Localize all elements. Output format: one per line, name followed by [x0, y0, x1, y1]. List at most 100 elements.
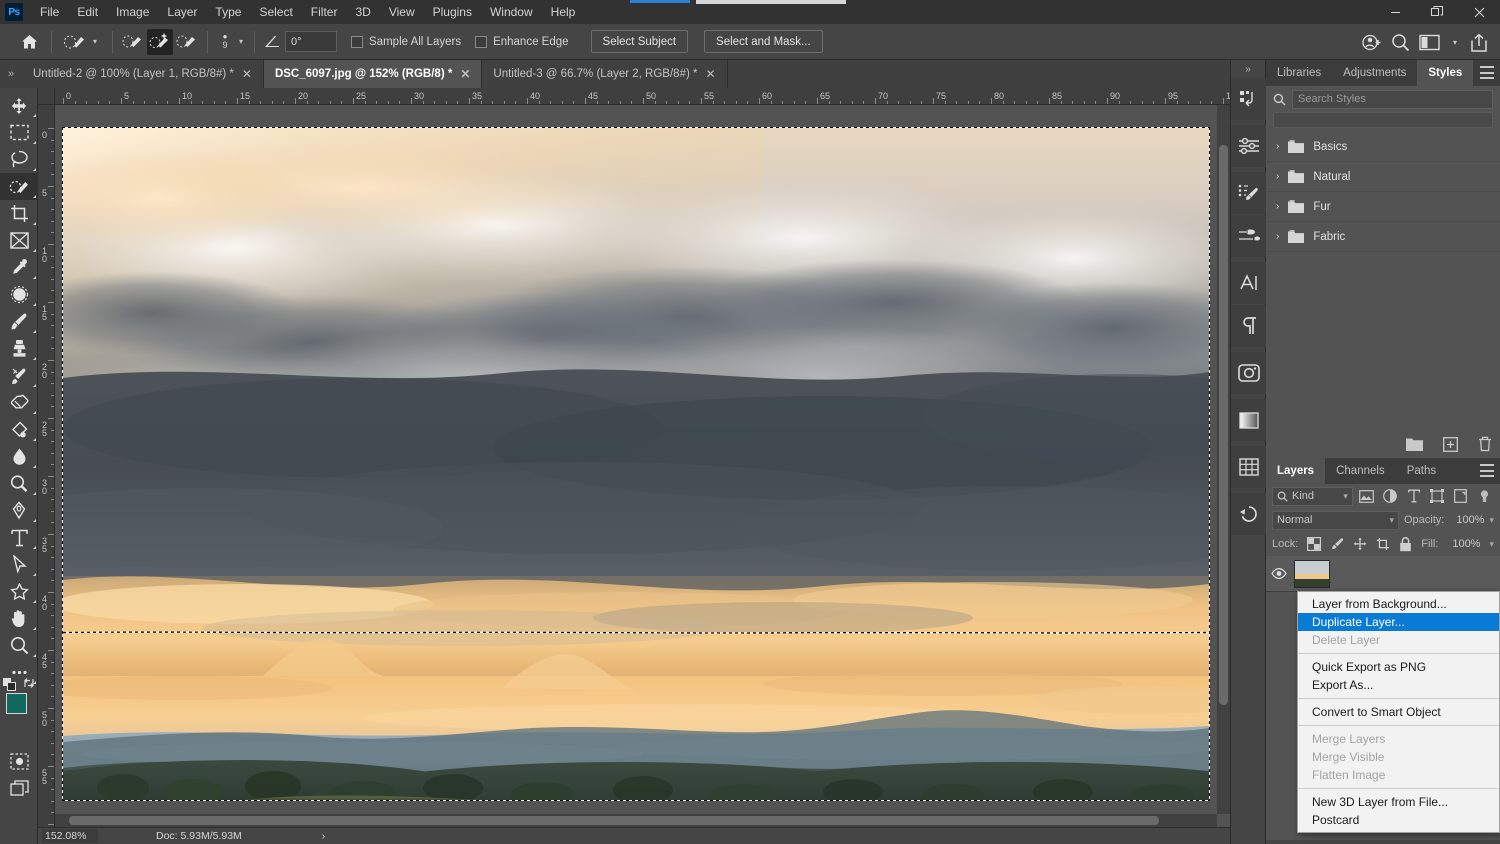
canvas-vertical-scrollbar[interactable] [1217, 105, 1230, 814]
layer-thumbnail[interactable] [1294, 559, 1330, 588]
layer-kind-filter[interactable]: Kind ▾ [1272, 486, 1353, 506]
default-colors-icon[interactable] [3, 678, 16, 691]
workspace-chevron-down-icon[interactable]: ▾ [1449, 38, 1461, 47]
share-collab-icon[interactable] [1362, 33, 1382, 52]
canvas-horizontal-scrollbar[interactable] [55, 814, 1217, 827]
minimize-button[interactable] [1374, 0, 1416, 24]
fill-chevron-down-icon[interactable]: ▾ [1489, 539, 1494, 550]
paragraph-panel-icon[interactable] [1231, 305, 1267, 347]
chevron-right-icon[interactable]: › [1276, 231, 1279, 242]
tab-layers[interactable]: Layers [1266, 458, 1326, 484]
menu-view[interactable]: View [380, 2, 424, 22]
horizontal-ruler[interactable]: 051015202530354045505560657075808590951 [55, 88, 1230, 105]
sample-all-layers-checkbox-group[interactable]: Sample All Layers [351, 35, 461, 48]
ctx-export-as[interactable]: Export As... [1298, 676, 1499, 694]
gradients-panel-icon[interactable] [1231, 399, 1267, 441]
ctx-layer-from-background[interactable]: Layer from Background... [1298, 595, 1499, 613]
sample-all-layers-checkbox[interactable] [351, 35, 364, 48]
eyedropper-tool[interactable] [0, 254, 38, 281]
style-group-basics[interactable]: › Basics [1266, 132, 1500, 162]
hand-tool[interactable] [0, 605, 38, 632]
select-and-mask-button[interactable]: Select and Mask... [704, 30, 823, 53]
character-panel-icon[interactable] [1231, 262, 1267, 304]
opacity-chevron-down-icon[interactable]: ▾ [1489, 515, 1494, 526]
move-tool[interactable] [0, 92, 38, 119]
home-icon[interactable] [14, 29, 44, 55]
lock-all-icon[interactable] [1399, 536, 1412, 552]
document-tab-dsc-6097[interactable]: DSC_6097.jpg @ 152% (RGB/8) * ✕ [263, 60, 483, 88]
chevron-down-icon[interactable]: ▾ [89, 37, 101, 46]
vertical-ruler[interactable]: 051015202530354045505560 [38, 105, 55, 844]
lock-artboard-nesting-icon[interactable] [1376, 537, 1390, 551]
tab-styles[interactable]: Styles [1417, 60, 1474, 86]
document-tab-untitled-2[interactable]: Untitled-2 @ 100% (Layer 1, RGB/8#) * ✕ [22, 60, 264, 88]
menu-filter[interactable]: Filter [302, 2, 347, 22]
history-panel-icon[interactable] [1231, 493, 1267, 535]
rail-collapse-icon[interactable]: » [1231, 60, 1265, 78]
ruler-corner[interactable] [38, 88, 55, 105]
delete-style-trash-icon[interactable] [1478, 436, 1492, 452]
menu-help[interactable]: Help [542, 2, 585, 22]
close-icon[interactable]: ✕ [460, 68, 470, 80]
type-tool[interactable] [0, 524, 38, 551]
custom-shape-tool[interactable] [0, 578, 38, 605]
panel-menu-icon[interactable] [1480, 464, 1494, 477]
foreground-color-swatch[interactable] [6, 693, 27, 714]
tabbar-collapse-icon[interactable]: » [0, 60, 22, 88]
dodge-tool[interactable] [0, 470, 38, 497]
opacity-value[interactable]: 100% [1449, 514, 1484, 526]
new-selection-button[interactable] [120, 29, 146, 55]
lock-position-icon[interactable] [1353, 537, 1367, 551]
chevron-down-icon[interactable]: ▾ [1343, 491, 1348, 502]
quick-mask-mode-icon[interactable] [0, 748, 38, 775]
history-brush-tool[interactable] [0, 362, 38, 389]
ctx-postcard[interactable]: Postcard [1298, 811, 1499, 829]
adjustments-sliders-icon[interactable] [1231, 125, 1267, 167]
filter-pixel-layers-icon[interactable] [1357, 487, 1377, 506]
document-image[interactable] [63, 128, 1209, 800]
ctx-quick-export-as-png[interactable]: Quick Export as PNG [1298, 658, 1499, 676]
style-group-natural[interactable]: › Natural [1266, 162, 1500, 192]
document-tab-untitled-3[interactable]: Untitled-3 @ 66.7% (Layer 2, RGB/8#) * ✕ [482, 60, 728, 88]
layer-row-background[interactable] [1266, 556, 1500, 592]
chevron-right-icon[interactable]: › [1276, 171, 1279, 182]
brush-tool[interactable] [0, 308, 38, 335]
new-group-folder-icon[interactable] [1406, 437, 1423, 451]
swap-colors-icon[interactable] [23, 677, 35, 689]
tool-preset-picker[interactable]: ▾ [59, 32, 105, 52]
eraser-tool[interactable] [0, 389, 38, 416]
filter-adjustment-layers-icon[interactable] [1380, 487, 1400, 506]
frame-tool[interactable] [0, 227, 38, 254]
share-export-icon[interactable] [1470, 33, 1488, 52]
menu-image[interactable]: Image [107, 2, 158, 22]
search-styles-input[interactable]: Search Styles [1292, 89, 1493, 109]
enhance-edge-checkbox-group[interactable]: Enhance Edge [475, 35, 569, 48]
lock-transparent-pixels-icon[interactable] [1307, 537, 1322, 551]
close-icon[interactable]: ✕ [705, 68, 715, 80]
quick-selection-tool[interactable] [0, 173, 38, 200]
spot-healing-brush-tool[interactable] [0, 281, 38, 308]
chevron-right-icon[interactable]: › [1276, 201, 1279, 212]
tab-libraries[interactable]: Libraries [1266, 60, 1333, 86]
rectangular-marquee-tool[interactable] [0, 119, 38, 146]
search-icon[interactable] [1391, 33, 1410, 52]
create-new-style-icon[interactable] [1443, 436, 1458, 452]
select-subject-button[interactable]: Select Subject [590, 30, 689, 53]
menu-3d[interactable]: 3D [346, 2, 379, 22]
tab-adjustments[interactable]: Adjustments [1332, 60, 1418, 86]
screen-mode-icon[interactable] [0, 775, 38, 802]
chevron-down-icon[interactable]: ▾ [1389, 515, 1394, 526]
history-states-icon[interactable] [1231, 78, 1267, 120]
menu-file[interactable]: File [31, 2, 68, 22]
close-icon[interactable]: ✕ [242, 68, 252, 80]
camera-raw-icon[interactable] [1231, 352, 1267, 394]
ctx-duplicate-layer[interactable]: Duplicate Layer... [1298, 613, 1499, 631]
chevron-right-icon[interactable]: › [1276, 141, 1279, 152]
menu-window[interactable]: Window [481, 2, 542, 22]
filter-toggle-switch-icon[interactable] [1474, 487, 1494, 506]
menu-edit[interactable]: Edit [68, 2, 107, 22]
workspace-switcher-icon[interactable] [1419, 34, 1440, 51]
patterns-panel-icon[interactable] [1231, 446, 1267, 488]
crop-tool[interactable] [0, 200, 38, 227]
menu-type[interactable]: Type [206, 2, 250, 22]
